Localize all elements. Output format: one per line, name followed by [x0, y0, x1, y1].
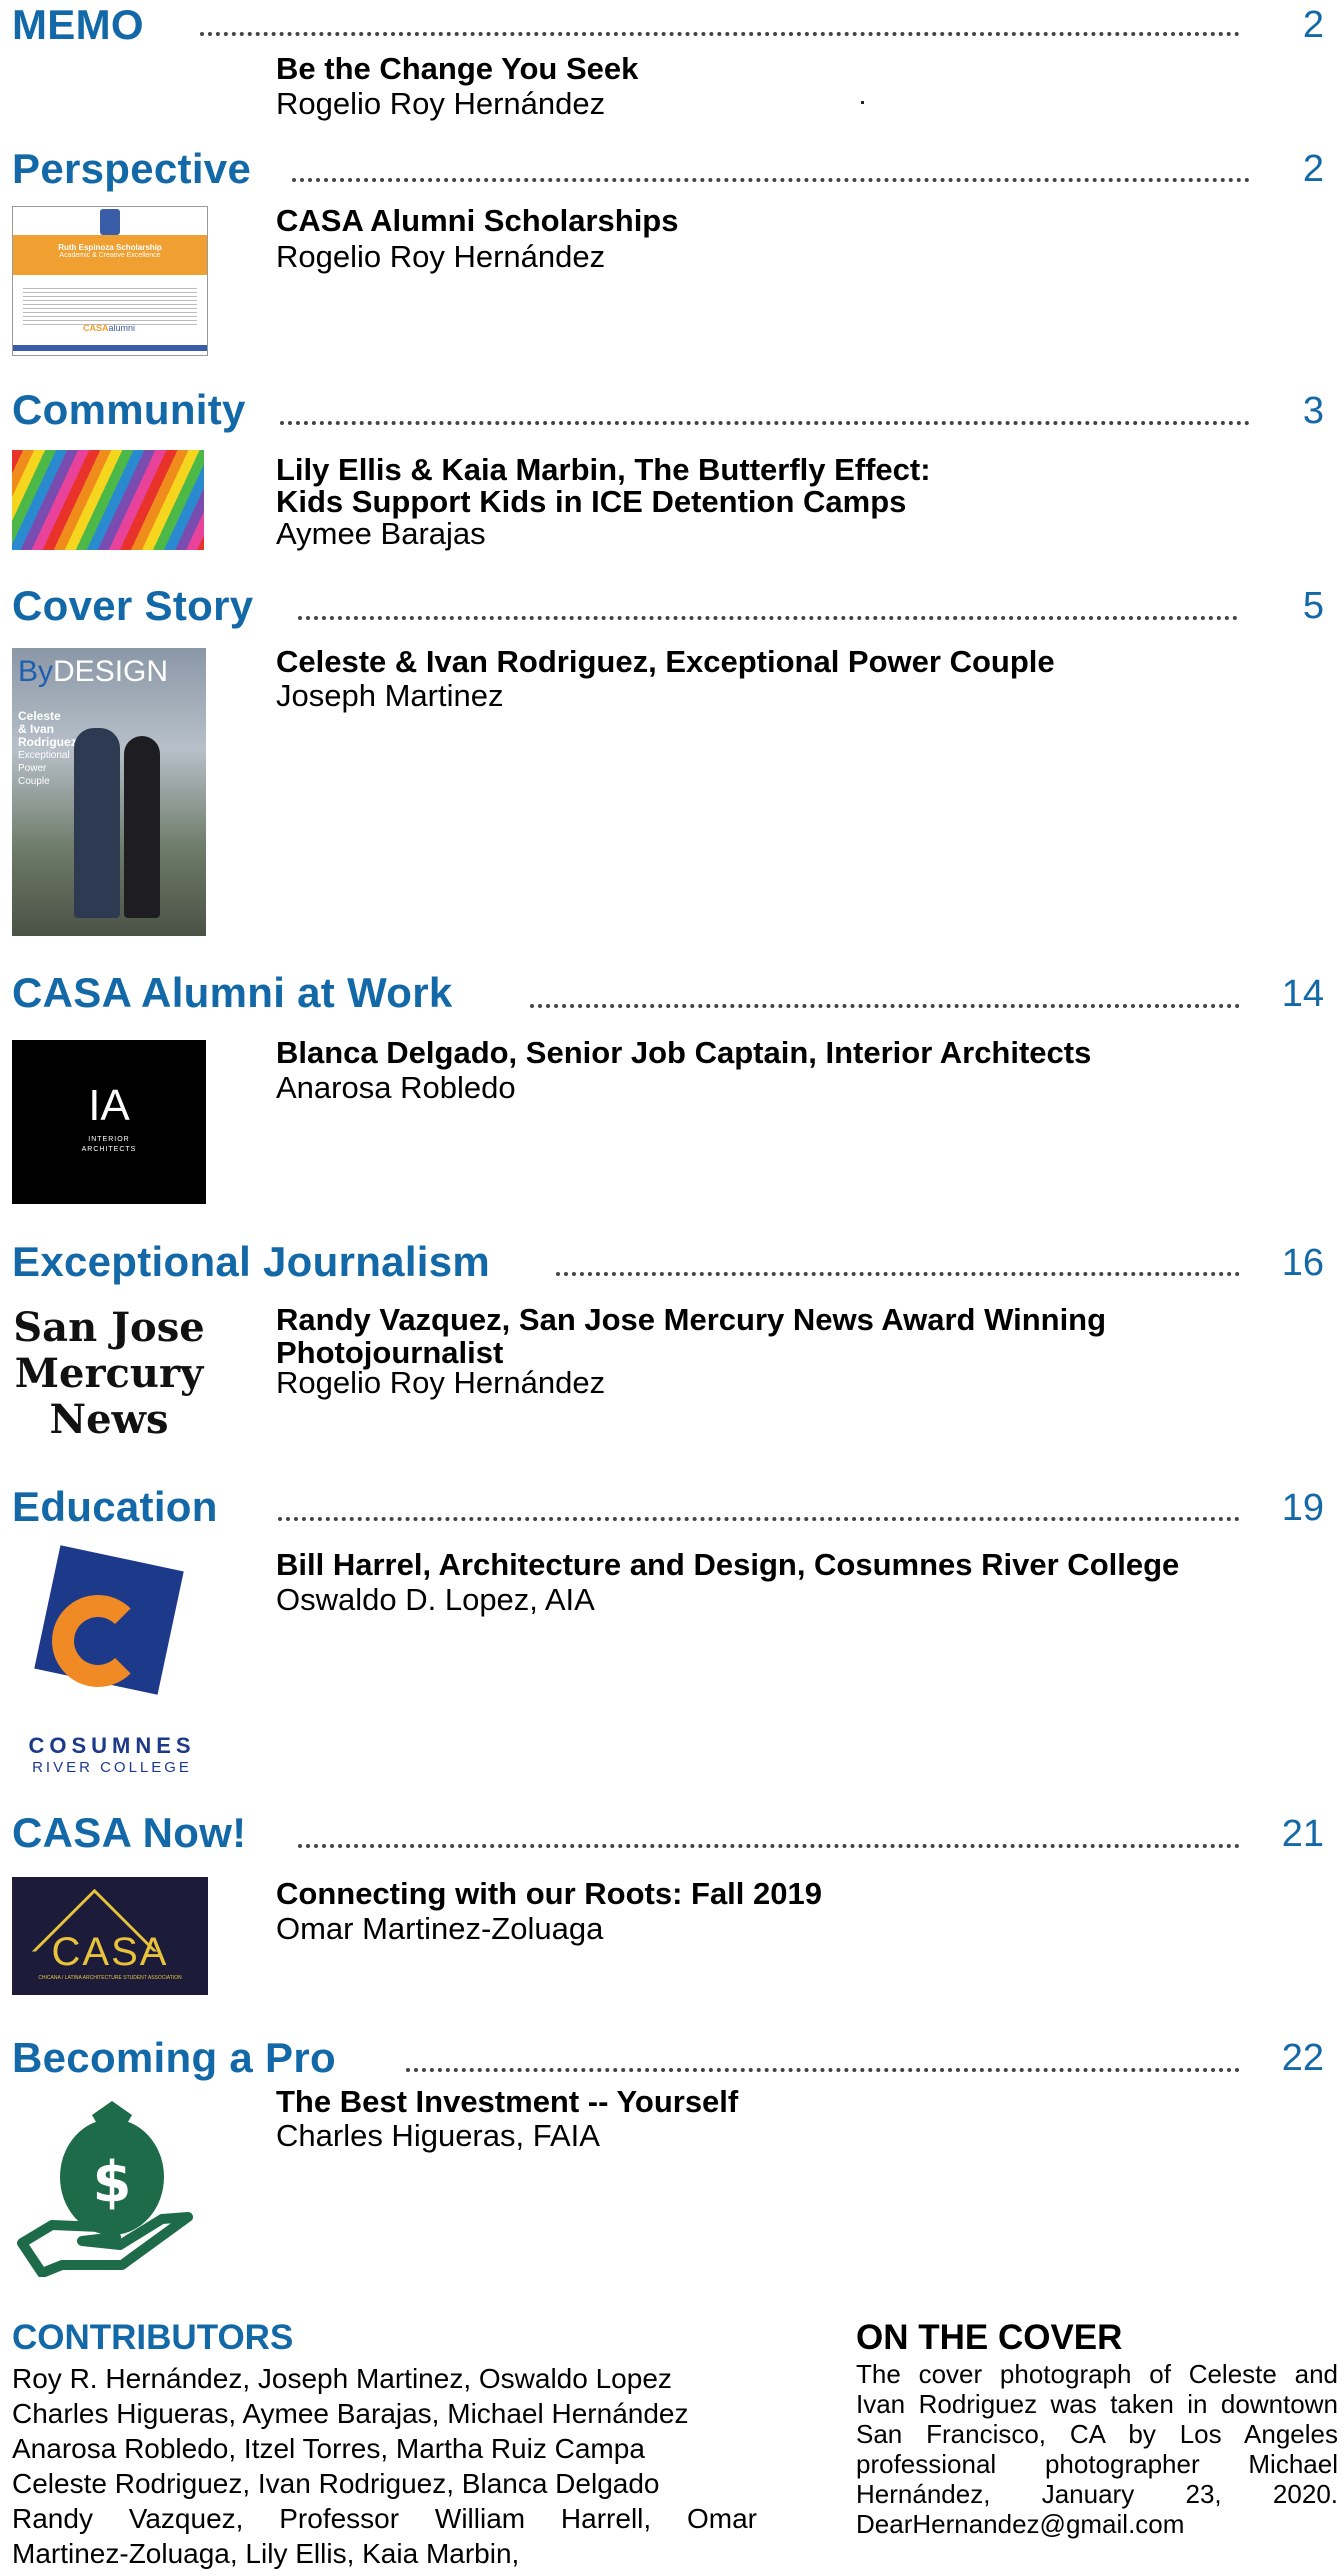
masthead-design: DESIGN — [53, 655, 169, 688]
certificate-brand: CASAalumni — [83, 323, 135, 333]
section-title-alumni-at-work: CASA Alumni at Work — [12, 969, 453, 1016]
mercury-logo-line1: San Jose — [13, 1305, 205, 1351]
page-number-education[interactable]: 19 — [1282, 1487, 1324, 1529]
ia-logo-line1: INTERIOR — [88, 1136, 130, 1143]
certificate-badge-icon — [100, 209, 120, 235]
casa-logo-thumbnail[interactable]: CASA CHICANA / LATINA ARCHITECTURE STUDE… — [12, 1877, 208, 1995]
page-number-becoming-a-pro[interactable]: 22 — [1282, 2037, 1324, 2079]
contributors-line: Roy R. Hernández, Joseph Martinez, Oswal… — [12, 2363, 672, 2394]
certificate-subtitle: Academic & Creative Excellence — [59, 252, 161, 259]
section-title-cover-story: Cover Story — [12, 582, 254, 629]
cosumnes-logo-line1: COSUMNES — [28, 1733, 196, 1758]
stray-dot — [861, 101, 864, 104]
article-author-education: Oswaldo D. Lopez, AIA — [276, 1582, 595, 1617]
cosumnes-logo-thumbnail[interactable]: COSUMNES RIVER COLLEGE — [12, 1545, 212, 1780]
article-author-cover-story: Joseph Martinez — [276, 678, 504, 713]
section-title-perspective: Perspective — [12, 145, 252, 192]
ia-logo-thumbnail[interactable]: IA INTERIOR ARCHITECTS — [12, 1040, 206, 1204]
certificate-brand-casa: CASA — [83, 323, 109, 333]
certificate-footer-bar — [13, 345, 207, 351]
page-number-cover-story[interactable]: 5 — [1303, 585, 1324, 627]
leader-dots — [278, 1517, 1240, 1521]
section-title-education: Education — [12, 1483, 218, 1530]
cover-figure-woman — [124, 736, 160, 918]
section-title-becoming-a-pro: Becoming a Pro — [12, 2034, 336, 2081]
cover-headline: Celeste & Ivan Rodriguez Exceptional Pow… — [18, 710, 77, 788]
masthead-by: By — [18, 655, 54, 688]
cover-line: Power — [18, 763, 47, 774]
section-title-journalism: Exceptional Journalism — [12, 1238, 491, 1285]
section-title-community: Community — [12, 386, 246, 433]
article-title-alumni-at-work[interactable]: Blanca Delgado, Senior Job Captain, Inte… — [276, 1036, 1091, 1069]
leader-dots — [556, 1272, 1240, 1276]
on-the-cover-heading: ON THE COVER — [856, 2318, 1123, 2357]
article-author-community: Aymee Barajas — [276, 516, 486, 551]
magazine-cover-thumbnail[interactable]: ByDESIGN Celeste & Ivan Rodriguez Except… — [12, 648, 206, 936]
article-title-community-line1[interactable]: Lily Ellis & Kaia Marbin, The Butterfly … — [276, 453, 931, 486]
leader-dots — [298, 1844, 1240, 1848]
contributors-line: Charles Higueras, Aymee Barajas, Michael… — [12, 2398, 689, 2429]
contributors-line: Celeste Rodriguez, Ivan Rodriguez, Blanc… — [12, 2468, 660, 2499]
leader-dots — [280, 421, 1250, 425]
article-author-journalism: Rogelio Roy Hernández — [276, 1365, 606, 1400]
page-number-alumni-at-work[interactable]: 14 — [1282, 973, 1324, 1015]
contributors-line: Anarosa Robledo, Itzel Torres, Martha Ru… — [12, 2433, 645, 2464]
cover-line: Exceptional — [18, 750, 70, 761]
article-title-casa-now[interactable]: Connecting with our Roots: Fall 2019 — [276, 1877, 822, 1910]
magazine-masthead: ByDESIGN — [18, 656, 168, 688]
article-author-casa-now: Omar Martinez-Zoluaga — [276, 1911, 604, 1946]
butterflies-thumbnail[interactable] — [12, 450, 204, 550]
contributors-line: Randy Vazquez, Professor William Harrell… — [12, 2503, 757, 2534]
cosumnes-c-icon — [52, 1595, 144, 1687]
hand-icon — [17, 2212, 193, 2277]
leader-dots — [406, 2068, 1240, 2072]
section-title-casa-now: CASA Now! — [12, 1809, 247, 1856]
page-number-memo[interactable]: 2 — [1303, 4, 1324, 46]
mercury-logo-line2: Mercury — [14, 1350, 204, 1397]
page-number-journalism[interactable]: 16 — [1282, 1242, 1324, 1284]
article-title-memo[interactable]: Be the Change You Seek — [276, 52, 638, 85]
certificate-banner: Ruth Espinoza Scholarship Academic & Cre… — [13, 235, 207, 275]
dollar-sign-icon: $ — [93, 2150, 132, 2215]
leader-dots — [200, 32, 1240, 36]
casa-logo-mark: CASA — [51, 1930, 169, 1974]
certificate-brand-alumni: alumni — [108, 323, 136, 333]
mercury-logo-line3: News — [49, 1396, 169, 1443]
article-title-community-line2[interactable]: Kids Support Kids in ICE Detention Camps — [276, 485, 906, 518]
on-the-cover-text: The cover photograph of Celeste and Ivan… — [856, 2359, 1338, 2539]
contributors-heading: CONTRIBUTORS — [12, 2318, 294, 2357]
casa-logo-sub: CHICANA / LATINA ARCHITECTURE STUDENT AS… — [38, 1975, 182, 1981]
leader-dots — [298, 616, 1238, 620]
ia-logo-mark: IA — [88, 1081, 130, 1130]
article-author-memo: Rogelio Roy Hernández — [276, 86, 606, 121]
scholarship-certificate-thumbnail[interactable]: Ruth Espinoza Scholarship Academic & Cre… — [12, 206, 208, 356]
page-number-casa-now[interactable]: 21 — [1282, 1813, 1324, 1855]
leader-dots — [292, 178, 1250, 182]
section-title-memo: MEMO — [12, 1, 144, 48]
article-title-cover-story[interactable]: Celeste & Ivan Rodriguez, Exceptional Po… — [276, 645, 1055, 678]
cover-figure-man — [74, 728, 120, 918]
page-number-community[interactable]: 3 — [1303, 390, 1324, 432]
money-bag-hand-icon[interactable]: $ — [12, 2093, 208, 2277]
article-author-becoming-a-pro: Charles Higueras, FAIA — [276, 2118, 600, 2153]
article-title-perspective[interactable]: CASA Alumni Scholarships — [276, 204, 679, 237]
leader-dots — [530, 1004, 1240, 1008]
article-title-journalism-line1[interactable]: Randy Vazquez, San Jose Mercury News Awa… — [276, 1303, 1106, 1336]
contributors-line: Martinez-Zoluaga, Lily Ellis, Kaia Marbi… — [12, 2538, 520, 2569]
mercury-news-logo-thumbnail[interactable]: San Jose Mercury News — [12, 1305, 206, 1453]
certificate-text-lines — [23, 285, 197, 325]
cosumnes-logo-line2: RIVER COLLEGE — [32, 1759, 192, 1776]
cover-line: Rodriguez — [18, 735, 77, 749]
article-title-education[interactable]: Bill Harrel, Architecture and Design, Co… — [276, 1548, 1179, 1581]
article-author-alumni-at-work: Anarosa Robledo — [276, 1070, 516, 1105]
page-number-perspective[interactable]: 2 — [1303, 148, 1324, 190]
article-title-becoming-a-pro[interactable]: The Best Investment -- Yourself — [276, 2085, 738, 2118]
article-author-perspective: Rogelio Roy Hernández — [276, 239, 606, 274]
certificate-title: Ruth Espinoza Scholarship — [58, 243, 162, 252]
cover-line: Couple — [18, 776, 50, 787]
ia-logo-line2: ARCHITECTS — [81, 1146, 137, 1153]
